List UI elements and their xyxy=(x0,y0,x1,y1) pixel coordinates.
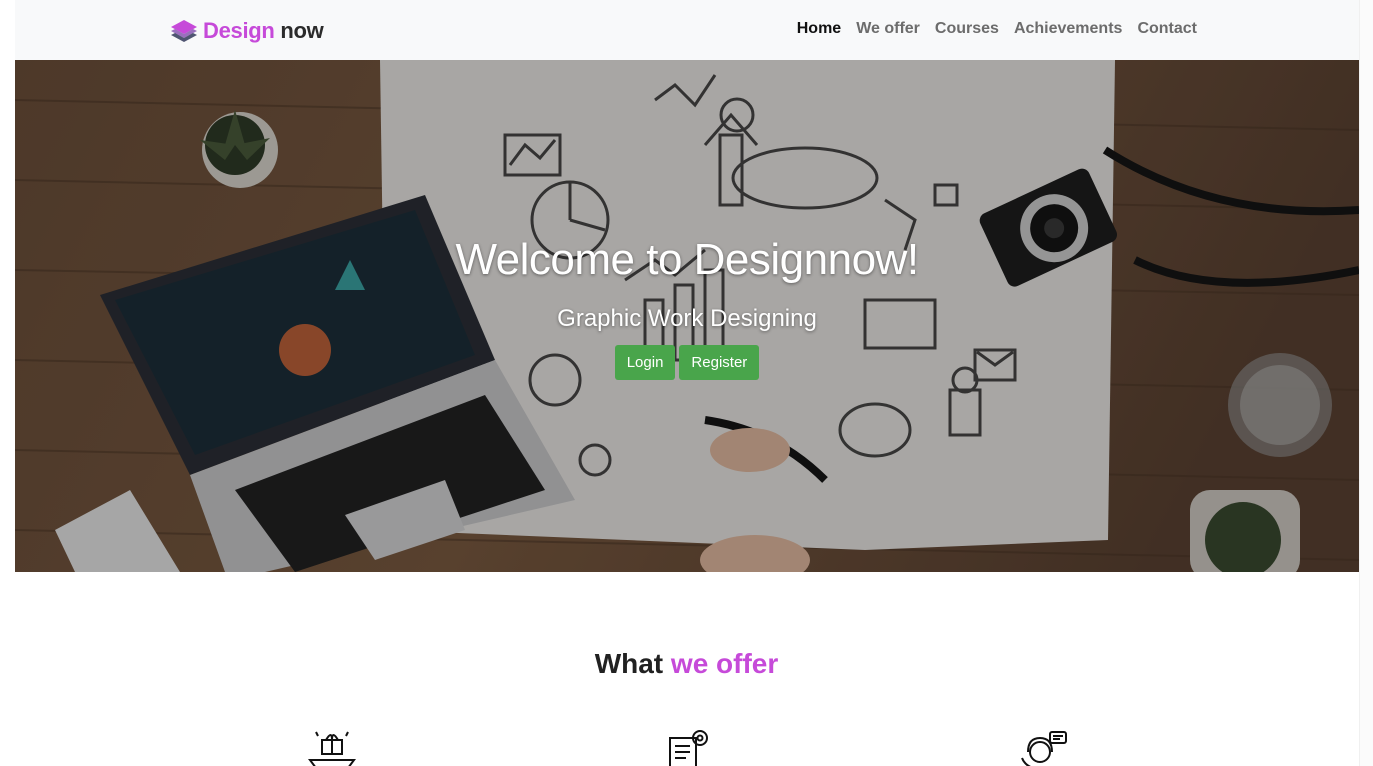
offer-section-title: What we offer xyxy=(0,648,1373,680)
hero-banner: Welcome to Designnow! Graphic Work Desig… xyxy=(15,60,1359,572)
navbar: Design now Home We offer Courses Achieve… xyxy=(15,0,1359,60)
nav-achievements[interactable]: Achievements xyxy=(1014,20,1123,37)
nav-we-offer[interactable]: We offer xyxy=(856,20,920,37)
document-gear-icon xyxy=(669,730,708,766)
nav-home[interactable]: Home xyxy=(797,20,841,37)
brand-logo[interactable]: Design now xyxy=(169,16,324,46)
brand-name-rest: now xyxy=(280,18,324,43)
hero-subtitle: Graphic Work Designing xyxy=(557,305,817,332)
hero-buttons: Login Register xyxy=(15,345,1359,380)
hero-title: Welcome to Designnow! xyxy=(455,235,919,284)
page: Design now Home We offer Courses Achieve… xyxy=(0,0,1373,766)
register-button[interactable]: Register xyxy=(679,345,760,380)
nav-courses[interactable]: Courses xyxy=(935,20,999,37)
main-nav: Home We offer Courses Achievements Conta… xyxy=(797,20,1197,38)
scrollbar[interactable] xyxy=(1359,0,1373,766)
gift-tray-icon xyxy=(308,731,356,766)
hero-content: Welcome to Designnow! Graphic Work Desig… xyxy=(15,235,1359,380)
support-agent-icon xyxy=(1021,731,1067,766)
brand-name-accent: Design xyxy=(203,18,275,43)
offer-title-accent: we offer xyxy=(670,648,779,679)
nav-contact[interactable]: Contact xyxy=(1137,20,1197,37)
layers-icon xyxy=(171,20,197,42)
login-button[interactable]: Login xyxy=(614,345,676,380)
offer-title-plain: What xyxy=(594,648,664,679)
